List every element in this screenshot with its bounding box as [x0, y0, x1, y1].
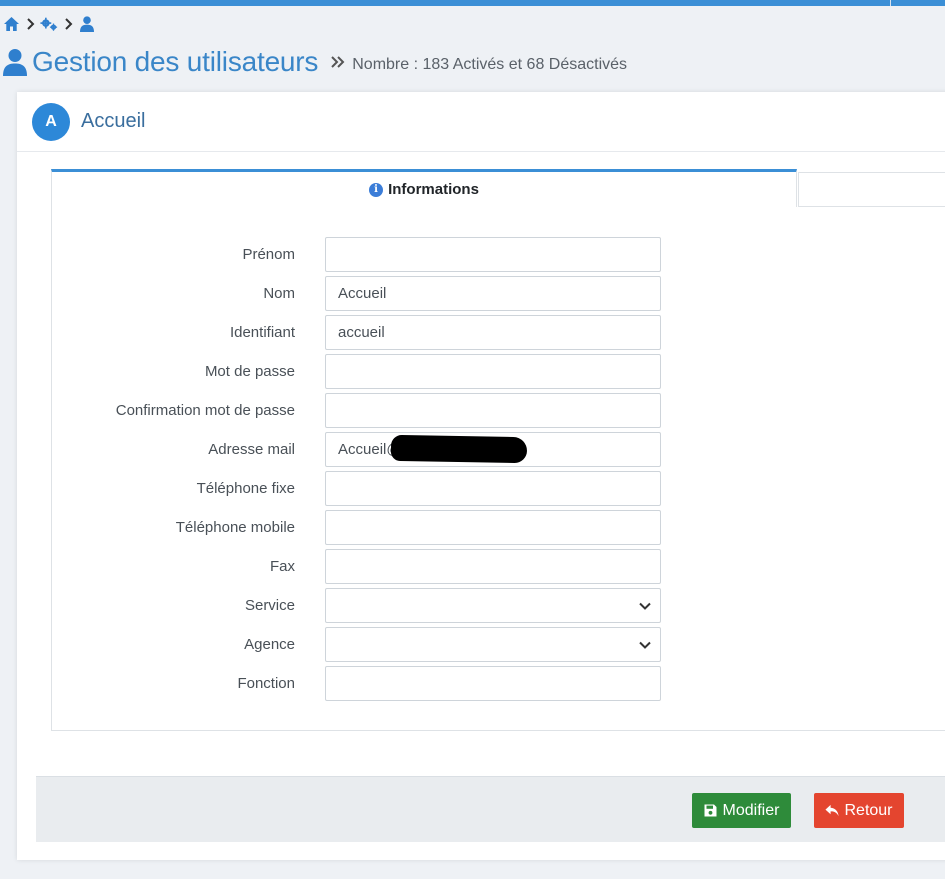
chevron-right-icon	[62, 17, 74, 31]
save-button-label: Modifier	[722, 801, 780, 819]
tel-mobile-label: Téléphone mobile	[175, 519, 295, 536]
chevron-down-icon	[638, 638, 652, 652]
form-row-identifiant: Identifiant	[17, 315, 945, 350]
card-title: Accueil	[81, 110, 146, 132]
confirmation-label: Confirmation mot de passe	[115, 402, 295, 419]
fax-input[interactable]	[325, 549, 661, 584]
page-title: Gestion des utilisateurs	[32, 46, 319, 77]
form-row-prenom: Prénom	[17, 237, 945, 272]
tab-label: Informations	[388, 181, 479, 198]
form-row-confirmation: Confirmation mot de passe	[17, 393, 945, 428]
user-icon	[2, 46, 28, 78]
user-icon[interactable]	[78, 15, 96, 33]
top-accent-bar	[0, 0, 945, 6]
mot-de-passe-label: Mot de passe	[204, 363, 295, 380]
form-row-tel-mobile: Téléphone mobile	[17, 510, 945, 545]
form-row-agence: Agence	[17, 627, 945, 662]
user-count-text: Nombre : 183 Activés et 68 Désactivés	[352, 56, 628, 73]
prenom-label: Prénom	[242, 246, 295, 263]
form-row-fonction: Fonction	[17, 666, 945, 701]
tab-second[interactable]	[798, 172, 945, 207]
top-bar-divider	[890, 0, 891, 6]
info-icon: i	[369, 182, 384, 197]
chevron-right-icon	[24, 17, 36, 31]
user-card: A Accueil i Informations Prénom Nom Iden…	[17, 92, 945, 860]
nom-input[interactable]	[325, 276, 661, 311]
tab-informations[interactable]: i Informations	[51, 169, 797, 207]
form-row-service: Service	[17, 588, 945, 623]
redaction-mark	[390, 434, 528, 464]
identifiant-label: Identifiant	[229, 324, 295, 341]
password-input[interactable]	[325, 354, 661, 389]
cogs-icon[interactable]	[40, 15, 58, 33]
card-header: A Accueil	[17, 92, 945, 152]
nom-label: Nom	[263, 285, 295, 302]
service-select[interactable]	[325, 588, 661, 623]
email-field-wrapper	[325, 432, 661, 467]
tel-mobile-input[interactable]	[325, 510, 661, 545]
back-button-label: Retour	[844, 801, 893, 819]
back-button[interactable]: Retour	[814, 793, 904, 828]
service-label: Service	[244, 597, 295, 614]
card-footer: Modifier Retour	[36, 776, 945, 842]
password-confirm-input[interactable]	[325, 393, 661, 428]
form-row-mot-de-passe: Mot de passe	[17, 354, 945, 389]
breadcrumb	[2, 14, 96, 34]
chevron-down-icon	[638, 599, 652, 613]
agence-select[interactable]	[325, 627, 661, 662]
save-button[interactable]: Modifier	[692, 793, 791, 828]
form-row-email: Adresse mail	[17, 432, 945, 467]
avatar: A	[32, 103, 70, 141]
form-row-nom: Nom	[17, 276, 945, 311]
prenom-input[interactable]	[325, 237, 661, 272]
tel-fixe-input[interactable]	[325, 471, 661, 506]
email-label: Adresse mail	[208, 441, 295, 458]
reply-icon	[825, 804, 840, 818]
identifiant-input[interactable]	[325, 315, 661, 350]
double-chevron-right-icon	[330, 54, 346, 70]
fax-label: Fax	[269, 558, 295, 575]
tel-fixe-label: Téléphone fixe	[196, 480, 295, 497]
form-row-fax: Fax	[17, 549, 945, 584]
fonction-label: Fonction	[237, 675, 295, 692]
form-row-tel-fixe: Téléphone fixe	[17, 471, 945, 506]
fonction-input[interactable]	[325, 666, 661, 701]
agence-label: Agence	[244, 636, 295, 653]
floppy-disk-icon	[704, 804, 718, 818]
home-icon[interactable]	[2, 15, 20, 33]
page-header: Gestion des utilisateurs Nombre : 183 Ac…	[2, 44, 627, 80]
